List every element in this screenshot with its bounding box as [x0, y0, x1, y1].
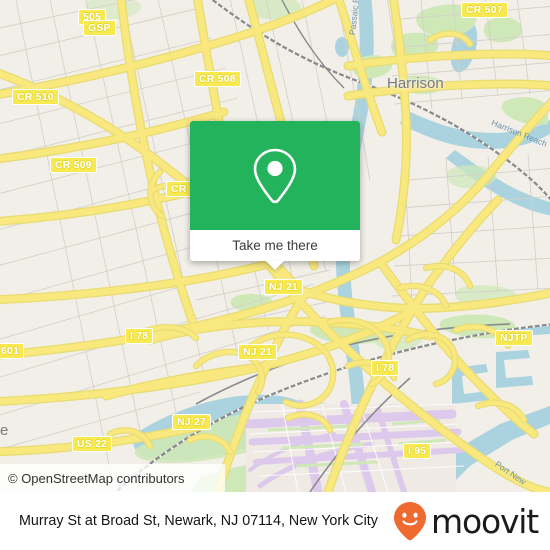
- road-shield: 601: [0, 343, 25, 359]
- osm-attribution-text: © OpenStreetMap contributors: [8, 470, 185, 486]
- road-shield: I 78: [125, 328, 154, 344]
- road-shield: NJ 27: [172, 414, 212, 430]
- road-shield: US 22: [72, 436, 113, 452]
- road-shield: CR 507: [461, 2, 508, 18]
- map-place-label: Harrison: [387, 75, 444, 92]
- road-shield: I 95: [403, 443, 432, 459]
- location-popup-card[interactable]: Take me there: [190, 121, 360, 270]
- road-shield: CR: [166, 181, 192, 197]
- moovit-wordmark: moovit: [431, 501, 539, 541]
- popup-pointer-tail: [266, 261, 284, 270]
- road-shield: GSP: [83, 20, 116, 36]
- take-me-there-button[interactable]: Take me there: [190, 230, 360, 261]
- road-shield: CR 509: [50, 157, 97, 173]
- location-pin-icon: [253, 148, 297, 203]
- map-screenshot-root: 505 GSP CR 508 CR 510 CR 507 CR 509 CR NJ 21 I 7…: [0, 0, 550, 550]
- bottom-info-bar: Murray St at Broad St, Newark, NJ 07114,…: [0, 492, 550, 550]
- moovit-logo[interactable]: moovit: [393, 501, 550, 541]
- road-shield: NJ 21: [264, 279, 304, 295]
- map-place-label: e: [0, 422, 9, 439]
- address-label: Murray St at Broad St, Newark, NJ 07114,…: [19, 512, 378, 529]
- popup-image-header: [190, 121, 360, 230]
- road-shield: CR 510: [12, 89, 59, 105]
- map-canvas[interactable]: 505 GSP CR 508 CR 510 CR 507 CR 509 CR NJ 21 I 7…: [0, 0, 550, 492]
- moovit-pin-smiley-icon: [394, 502, 427, 541]
- road-shield: NJ 21: [238, 344, 278, 360]
- road-shield: CR 508: [194, 71, 241, 87]
- road-shield: I 78: [371, 360, 400, 376]
- osm-attribution[interactable]: © OpenStreetMap contributors: [0, 464, 225, 492]
- road-shield: NJTP: [495, 330, 533, 346]
- take-me-there-label: Take me there: [232, 238, 318, 253]
